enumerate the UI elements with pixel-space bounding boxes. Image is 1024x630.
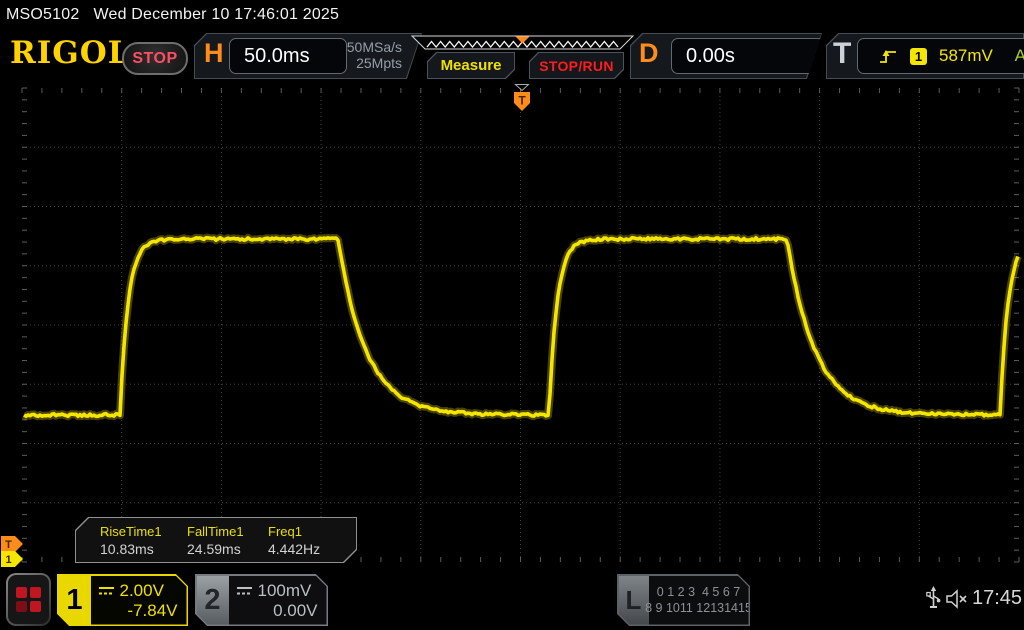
memory-depth: 25Mpts: [356, 55, 402, 71]
run-state-indicator: STOP: [122, 42, 188, 75]
model-name: MSO5102: [6, 6, 80, 23]
stop-run-button[interactable]: STOP/RUN: [529, 52, 624, 79]
logic-body: 0 1 2 3 4 5 6 7 8 9 1011 12131415: [649, 576, 749, 625]
trigger-level-value: 587mV: [939, 46, 993, 65]
rising-edge-icon: [880, 50, 896, 63]
titlebar: MSO5102 Wed December 10 17:46:01 2025: [6, 6, 339, 24]
stop-run-button-label: STOP/RUN: [530, 53, 623, 78]
measure-button[interactable]: Measure: [427, 52, 515, 79]
channel1-wrap: 1 2.00V -7.84V: [59, 576, 187, 625]
measurement-item[interactable]: Freq1 4.442Hz: [268, 518, 356, 562]
trigger-source-badge: 1: [910, 47, 927, 65]
timebase-value[interactable]: 50.0ms: [229, 38, 347, 74]
channel2-number: 2: [197, 576, 229, 625]
windows-grid-square: [16, 587, 27, 598]
logic-channels-box[interactable]: L 0 1 2 3 4 5 6 7 8 9 1011 12131415: [617, 574, 750, 626]
trigger-label: T: [833, 37, 852, 70]
channel1-number: 1: [59, 576, 91, 625]
measurement-label: RiseTime1: [100, 523, 162, 539]
logic-wrap: L 0 1 2 3 4 5 6 7 8 9 1011 12131415: [619, 576, 749, 625]
channel2-scale: 100mV: [257, 580, 312, 600]
horizontal-panel[interactable]: H 50.0ms 50MSa/s 25Mpts: [194, 33, 422, 79]
trigger-mode: A: [1014, 46, 1024, 65]
measurement-label: FallTime1: [187, 523, 244, 539]
windows-grid-square: [30, 587, 41, 598]
bottom-bar: 1 2.00V -7.84V 2 100mV 0.00V L 0 1 2 3 4…: [0, 570, 1024, 630]
logic-row-low: 0 1 2 3 4 5 6 7: [656, 585, 741, 599]
trigger-value-box[interactable]: 1 587mV A: [857, 38, 1024, 74]
measurement-value: 10.83ms: [100, 540, 154, 557]
acquisition-rates: 50MSa/s 25Mpts: [334, 39, 402, 71]
usb-icon: [926, 586, 941, 608]
measurement-panel[interactable]: RiseTime1 10.83ms FallTime1 24.59ms Freq…: [75, 517, 357, 563]
channel1-scale: 2.00V: [119, 580, 164, 600]
header-bar: RIGOL STOP H 50.0ms 50MSa/s 25Mpts Measu…: [0, 33, 1024, 79]
delay-label: D: [639, 38, 659, 68]
delay-panel[interactable]: D 0.00s: [630, 33, 822, 79]
channel2-body: 100mV 0.00V: [229, 576, 327, 625]
svg-text:T: T: [5, 539, 12, 551]
logic-row-high: 8 9 1011 12131415: [645, 601, 752, 615]
rigol-logo: RIGOL: [10, 35, 131, 71]
speaker-muted-icon: [946, 589, 967, 609]
measurement-panel-bg: RiseTime1 10.83ms FallTime1 24.59ms Freq…: [76, 518, 356, 562]
windows-grid-icon: [8, 575, 49, 624]
windows-grid-square: [30, 601, 41, 612]
measurement-value: 24.59ms: [187, 540, 241, 557]
channel1-offset: -7.84V: [127, 600, 178, 620]
measurement-item[interactable]: FallTime1 24.59ms: [187, 518, 268, 562]
measurement-item[interactable]: RiseTime1 10.83ms: [100, 518, 187, 562]
svg-text:T: T: [518, 94, 526, 108]
delay-value[interactable]: 0.00s: [671, 38, 825, 74]
run-state-label: STOP: [132, 49, 178, 67]
channel1-box[interactable]: 1 2.00V -7.84V: [57, 574, 188, 626]
oscilloscope-screen: MSO5102 Wed December 10 17:46:01 2025 TT1…: [0, 0, 1024, 630]
channel2-wrap: 2 100mV 0.00V: [197, 576, 327, 625]
svg-text:1: 1: [5, 554, 11, 566]
channel1-body: 2.00V -7.84V: [91, 576, 187, 625]
channel2-offset: 0.00V: [273, 600, 318, 620]
trigger-panel[interactable]: T 1 587mV A: [826, 33, 1024, 79]
datetime-text: Wed December 10 17:46:01 2025: [93, 6, 340, 23]
measure-button-label: Measure: [428, 53, 514, 78]
logic-label: L: [619, 576, 649, 625]
measurement-value: 4.442Hz: [268, 540, 321, 557]
measurement-label: Freq1: [268, 523, 302, 539]
windows-menu-button[interactable]: [6, 573, 51, 626]
windows-grid-square: [16, 601, 27, 612]
horizontal-label: H: [204, 38, 224, 68]
dc-coupling-icon: [98, 585, 115, 596]
sample-rate: 50MSa/s: [346, 39, 402, 55]
dc-coupling-icon: [236, 585, 253, 596]
clock-display: 17:45: [972, 587, 1023, 609]
channel2-box[interactable]: 2 100mV 0.00V: [195, 574, 328, 626]
